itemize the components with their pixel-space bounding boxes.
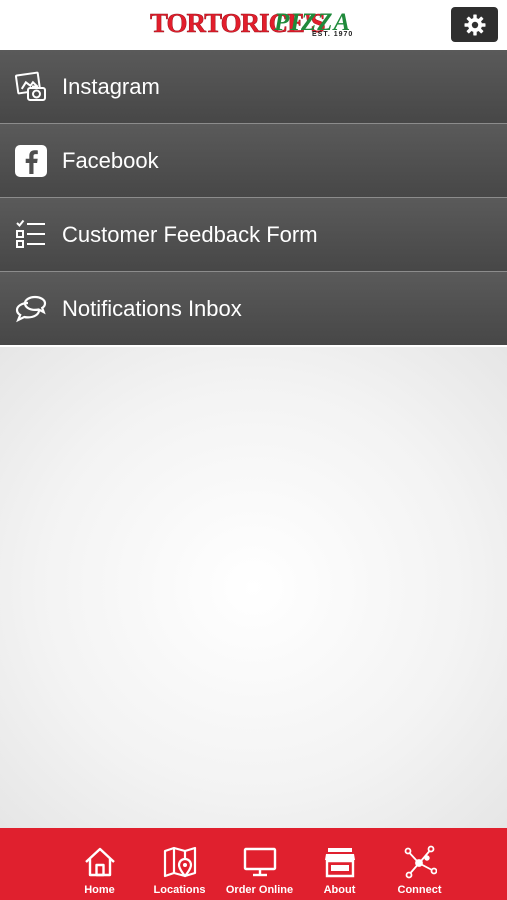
menu-item-label: Notifications Inbox [62,296,242,321]
storefront-icon [322,844,358,880]
settings-button[interactable] [451,7,498,42]
tab-label: Locations [153,884,206,896]
network-icon [402,844,438,880]
gear-icon [464,14,485,35]
menu-item-customer-feedback-form[interactable]: Customer Feedback Form [0,198,507,272]
tab-order-online[interactable]: Order Online [220,828,300,900]
monitor-icon [242,844,278,880]
menu-item-facebook[interactable]: Facebook [0,124,507,198]
connect-menu: Instagram Facebook Customer Feedback For… [0,50,507,345]
tab-home[interactable]: Home [60,828,140,900]
content-background [0,347,507,828]
tab-label: Order Online [225,884,294,896]
logo-est: EST. 1970 [312,31,354,38]
tab-label: Connect [397,884,442,896]
tab-connect[interactable]: Connect [380,828,460,900]
map-pin-icon [162,844,198,880]
bottom-tab-bar: Home Locations Order Online About Connec… [0,828,507,900]
menu-item-instagram[interactable]: Instagram [0,50,507,124]
checklist-icon [14,218,48,252]
facebook-icon [14,144,48,178]
home-icon [82,844,118,880]
app-header: TORTORICE'S PIZZA EST. 1970 [0,0,507,50]
menu-item-label: Instagram [62,74,160,99]
instagram-photo-icon [14,70,48,104]
menu-item-label: Customer Feedback Form [62,222,318,247]
tortorices-pizza-logo: TORTORICE'S PIZZA EST. 1970 [150,8,360,42]
tab-label: About [323,884,356,896]
menu-item-notifications-inbox[interactable]: Notifications Inbox [0,272,507,345]
tab-label: Home [84,884,115,896]
chat-bubbles-icon [14,292,48,326]
tab-about[interactable]: About [300,828,380,900]
menu-item-label: Facebook [62,148,159,173]
tab-locations[interactable]: Locations [140,828,220,900]
